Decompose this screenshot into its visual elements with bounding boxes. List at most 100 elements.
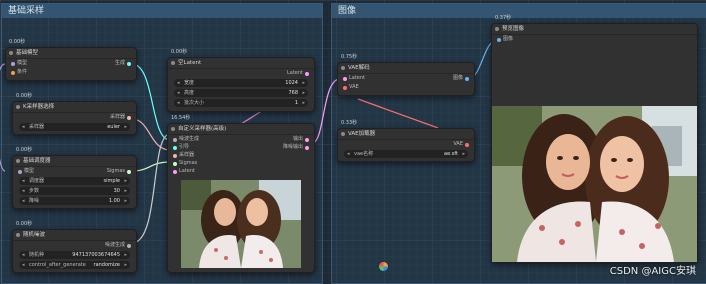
node-vae-decode[interactable]: 0.75秒 VAE解码 Latent VAE 图像 — [337, 54, 475, 96]
node-random-noise[interactable]: 0.00秒 随机噪波 噪波生成 ◂ 随机种 947137003674645 ▸ … — [12, 221, 137, 273]
input-image[interactable]: 图像 — [497, 36, 513, 43]
batch-size-number[interactable]: ◂ 批次大小 1 ▸ — [174, 99, 308, 107]
latent-socket[interactable] — [343, 76, 347, 81]
output-sampler[interactable]: 采样器 — [110, 114, 131, 121]
increment-arrow-icon[interactable]: ▸ — [124, 123, 127, 131]
sigmas-socket[interactable] — [127, 169, 131, 174]
model-socket[interactable] — [11, 61, 15, 66]
vae-name-combo[interactable]: ◂ vae名称 ae.sft ▸ — [344, 150, 468, 158]
input-sigmas[interactable]: Sigmas — [173, 160, 197, 167]
latent-socket[interactable] — [173, 169, 177, 174]
decrement-arrow-icon[interactable]: ◂ — [22, 251, 25, 259]
node-title: 基础模型 — [6, 48, 136, 59]
increment-arrow-icon[interactable]: ▸ — [124, 177, 127, 185]
node-exec-time: 0.00秒 — [16, 93, 33, 99]
node-title: K采样器选择 — [13, 102, 136, 113]
input-guider[interactable]: 引导 — [173, 144, 189, 151]
control-after-generate-combo[interactable]: ◂ control_after_generate randomize ▸ — [19, 261, 130, 269]
node-exec-time: 0.00秒 — [9, 39, 26, 45]
node-basic-scheduler[interactable]: 0.00秒 基础调度器 模型 Sigmas ◂ 调度器 simple ▸ ◂ 步… — [12, 147, 137, 209]
decrement-arrow-icon[interactable]: ◂ — [22, 177, 25, 185]
input-model[interactable]: 模型 — [18, 168, 34, 175]
node-exec-time: 0.00秒 — [16, 221, 33, 227]
width-number[interactable]: ◂ 宽度 1024 ▸ — [174, 79, 308, 87]
vae-socket[interactable] — [343, 85, 347, 90]
decrement-arrow-icon[interactable]: ◂ — [22, 123, 25, 131]
node-custom-sampler-advanced[interactable]: 16.54秒 自定义采样器(高级) 噪波生成 引导 采样器 Sigmas Lat… — [167, 115, 315, 273]
node-exec-time: 0.37秒 — [495, 15, 512, 21]
output-guider[interactable]: 生成 — [115, 60, 131, 67]
output-latent[interactable]: Latent — [287, 70, 309, 77]
increment-arrow-icon[interactable]: ▸ — [302, 89, 305, 97]
decrement-arrow-icon[interactable]: ◂ — [22, 187, 25, 195]
node-title: 基础调度器 — [13, 156, 136, 167]
increment-arrow-icon[interactable]: ▸ — [302, 99, 305, 107]
decrement-arrow-icon[interactable]: ◂ — [347, 150, 350, 158]
wire-latent-out — [311, 78, 341, 144]
denoise-number[interactable]: ◂ 降噪 1.00 ▸ — [19, 197, 130, 205]
input-latent[interactable]: Latent — [343, 75, 365, 82]
latent-preview-image — [181, 180, 301, 268]
increment-arrow-icon[interactable]: ▸ — [124, 187, 127, 195]
image-socket[interactable] — [497, 37, 501, 42]
input-sampler[interactable]: 采样器 — [173, 152, 194, 159]
input-vae[interactable]: VAE — [343, 84, 359, 91]
node-vae-loader[interactable]: 0.33秒 VAE加载器 VAE ◂ vae名称 ae.sft ▸ — [337, 120, 475, 162]
sigmas-socket[interactable] — [173, 161, 177, 166]
input-conditioning[interactable]: 条件 — [11, 69, 27, 76]
output-image[interactable]: 图像 — [453, 75, 469, 82]
wire-sampler — [131, 118, 171, 151]
conditioning-socket[interactable] — [11, 70, 15, 75]
node-exec-time: 0.00秒 — [16, 147, 33, 153]
output-sigmas[interactable]: Sigmas — [107, 168, 131, 175]
sampler-socket[interactable] — [127, 115, 131, 120]
image-socket[interactable] — [465, 76, 469, 81]
decrement-arrow-icon[interactable]: ◂ — [177, 89, 180, 97]
sampler-name-combo[interactable]: ◂ 采样器 euler ▸ — [19, 123, 130, 131]
node-exec-time: 0.33秒 — [341, 120, 358, 126]
increment-arrow-icon[interactable]: ▸ — [302, 79, 305, 87]
node-empty-latent[interactable]: 0.00秒 空Latent Latent ◂ 宽度 1024 ▸ ◂ 高度 76… — [167, 49, 315, 112]
model-socket[interactable] — [18, 169, 22, 174]
loading-spinner-icon — [379, 262, 388, 271]
scheduler-combo[interactable]: ◂ 调度器 simple ▸ — [19, 177, 130, 185]
node-base-model[interactable]: 0.00秒 基础模型 模型 条件 生成 — [5, 39, 137, 81]
photo-two-women-icon — [492, 106, 697, 262]
preview-output-image[interactable] — [492, 106, 697, 262]
decrement-arrow-icon[interactable]: ◂ — [22, 197, 25, 205]
noise-socket[interactable] — [127, 243, 131, 248]
decrement-arrow-icon[interactable]: ◂ — [177, 99, 180, 107]
steps-number[interactable]: ◂ 步数 30 ▸ — [19, 187, 130, 195]
output-denoised[interactable]: 降噪输出 — [283, 144, 309, 151]
input-noise[interactable]: 噪波生成 — [173, 136, 199, 143]
latent-socket[interactable] — [305, 145, 309, 150]
node-preview-image[interactable]: 0.37秒 预览图像 图像 — [491, 15, 698, 263]
vae-socket[interactable] — [465, 142, 469, 147]
output-vae[interactable]: VAE — [453, 141, 469, 148]
sampler-socket[interactable] — [173, 153, 177, 158]
input-latent[interactable]: Latent — [173, 168, 195, 175]
noise-socket[interactable] — [173, 137, 177, 142]
guider-socket[interactable] — [173, 145, 177, 150]
increment-arrow-icon[interactable]: ▸ — [124, 251, 127, 259]
increment-arrow-icon[interactable]: ▸ — [462, 150, 465, 158]
decrement-arrow-icon[interactable]: ◂ — [22, 261, 25, 269]
wire-model — [0, 63, 6, 172]
node-exec-time: 16.54秒 — [171, 115, 191, 121]
increment-arrow-icon[interactable]: ▸ — [124, 197, 127, 205]
output-noise[interactable]: 噪波生成 — [105, 242, 131, 249]
latent-socket[interactable] — [305, 71, 309, 76]
latent-socket[interactable] — [305, 137, 309, 142]
guider-socket[interactable] — [127, 61, 131, 66]
decrement-arrow-icon[interactable]: ◂ — [177, 79, 180, 87]
node-title: 随机噪波 — [13, 230, 136, 241]
photo-two-women-icon — [181, 180, 301, 268]
output-output[interactable]: 输出 — [293, 136, 309, 143]
wire-vae — [357, 98, 439, 129]
increment-arrow-icon[interactable]: ▸ — [124, 261, 127, 269]
node-exec-time: 0.75秒 — [341, 54, 358, 60]
seed-number[interactable]: ◂ 随机种 947137003674645 ▸ — [19, 251, 130, 259]
height-number[interactable]: ◂ 高度 768 ▸ — [174, 89, 308, 97]
input-model[interactable]: 模型 — [11, 60, 27, 67]
node-sampler-select[interactable]: 0.00秒 K采样器选择 采样器 ◂ 采样器 euler ▸ — [12, 93, 137, 135]
